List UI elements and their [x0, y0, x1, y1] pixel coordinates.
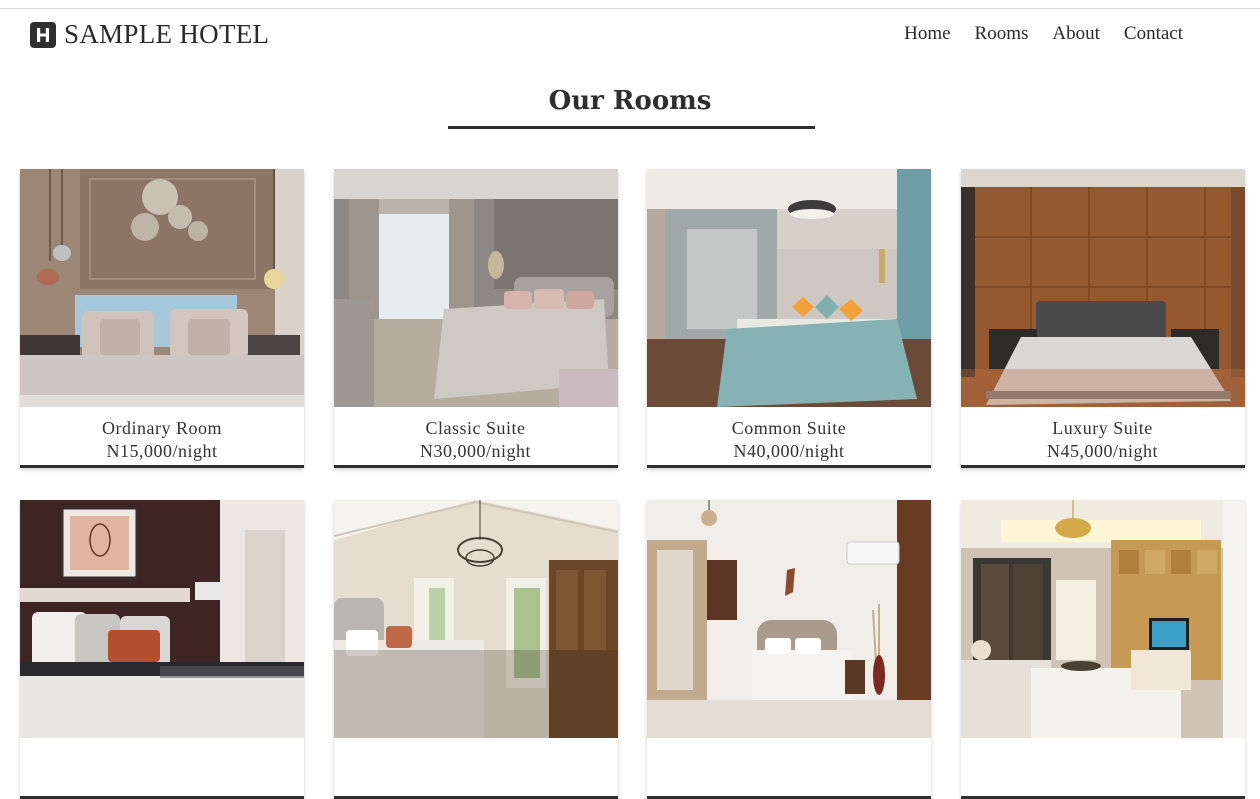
room-price: N30,000/night [419, 441, 531, 461]
room-info [20, 738, 304, 796]
room-photo-7 [647, 500, 931, 738]
nav-home-link[interactable]: Home [904, 23, 950, 45]
nav-rooms-link[interactable]: Rooms [975, 23, 1029, 45]
room-photo-5 [20, 500, 304, 738]
room-photo-ordinary [20, 169, 304, 407]
room-photo-classic [333, 169, 618, 407]
room-card-5[interactable] [20, 500, 304, 799]
room-info [334, 738, 618, 796]
room-info [961, 738, 1245, 796]
room-price: N15,000/night [106, 441, 218, 461]
room-photo-luxury [960, 169, 1245, 407]
room-card-common[interactable]: Common Suite N40,000/night [647, 169, 931, 468]
room-card-classic[interactable]: Classic Suite N30,000/night [333, 169, 618, 468]
page-title: Our Rooms [548, 86, 712, 116]
site-header: SAMPLE HOTEL Home Rooms About Contact [0, 9, 1260, 61]
room-price: N45,000/night [1046, 441, 1158, 461]
hotel-logo-icon [30, 21, 56, 48]
room-card-8[interactable] [960, 500, 1245, 799]
room-info: Common Suite N40,000/night [647, 407, 931, 465]
room-name: Classic Suite [425, 418, 526, 438]
room-price: N40,000/night [733, 441, 845, 461]
room-name: Common Suite [731, 418, 847, 438]
room-card-6[interactable] [333, 500, 618, 799]
nav-contact-link[interactable]: Contact [1124, 23, 1183, 45]
room-name: Luxury Suite [1052, 418, 1153, 438]
main-nav: Home Rooms About Contact [904, 23, 1183, 45]
room-card-luxury[interactable]: Luxury Suite N45,000/night [960, 169, 1245, 468]
room-name: Ordinary Room [102, 418, 222, 438]
room-info: Ordinary Room N15,000/night [20, 407, 304, 465]
room-photo-6 [333, 500, 618, 738]
title-underline [448, 126, 815, 129]
room-info [647, 738, 931, 796]
brand-logo[interactable]: SAMPLE HOTEL [30, 19, 269, 50]
brand-name: SAMPLE HOTEL [64, 19, 270, 49]
rooms-grid: Ordinary Room N15,000/night Classic Suit… [20, 169, 1245, 799]
nav-about-link[interactable]: About [1052, 23, 1100, 45]
room-info: Classic Suite N30,000/night [334, 407, 618, 465]
room-card-7[interactable] [647, 500, 931, 799]
room-photo-common [647, 169, 931, 407]
room-card-ordinary[interactable]: Ordinary Room N15,000/night [20, 169, 304, 468]
room-photo-8 [960, 500, 1245, 738]
room-info: Luxury Suite N45,000/night [961, 407, 1245, 465]
